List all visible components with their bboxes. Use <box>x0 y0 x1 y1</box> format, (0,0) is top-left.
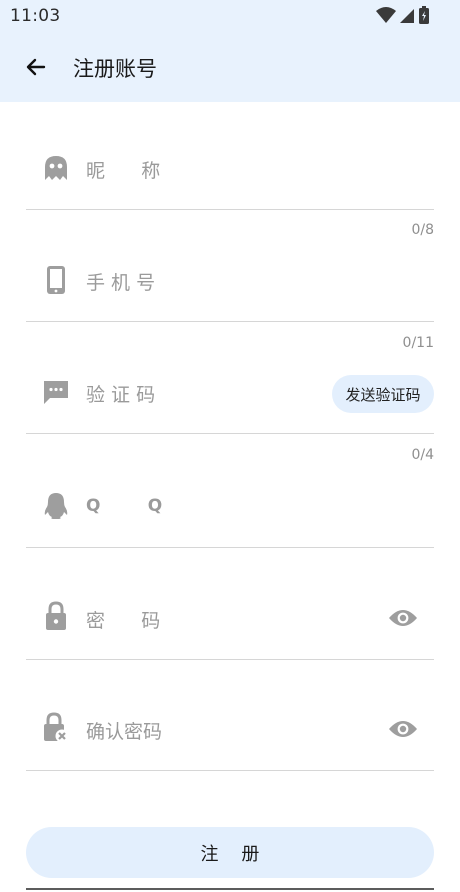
phone-field[interactable]: 手 机 号 <box>86 268 155 295</box>
register-button[interactable]: 注 册 <box>26 827 434 878</box>
nickname-field[interactable]: 昵 称 <box>86 156 160 183</box>
phone-row: 手 机 号 <box>26 262 434 322</box>
smartphone-icon <box>42 266 70 294</box>
code-divider <box>26 433 434 434</box>
confirm-password-field[interactable]: 确认密码 <box>86 717 162 744</box>
wifi-icon <box>376 7 396 23</box>
status-time: 11:03 <box>10 6 61 26</box>
confirm-password-divider <box>26 770 434 771</box>
qq-penguin-icon <box>42 492 70 520</box>
bottom-edge-line <box>26 888 434 890</box>
register-screen: 11:03 注册账号 昵 称 0/8 手 机 号 0/11 验 证 码 发送验证… <box>0 0 460 892</box>
qq-row: Q Q <box>26 488 434 548</box>
send-code-button[interactable]: 发送验证码 <box>332 375 434 413</box>
code-row: 验 证 码 发送验证码 <box>26 374 434 434</box>
password-row: 密 码 <box>26 600 434 660</box>
toggle-password-visibility[interactable] <box>388 603 418 633</box>
eye-icon <box>389 610 417 626</box>
confirm-password-row: 确认密码 <box>26 711 434 771</box>
ghost-icon <box>42 154 70 182</box>
message-dots-icon <box>42 378 70 406</box>
phone-counter: 0/11 <box>402 335 434 351</box>
nickname-counter: 0/8 <box>411 222 434 238</box>
app-header: 11:03 注册账号 <box>0 0 460 102</box>
signal-icon <box>400 9 414 23</box>
battery-icon <box>419 6 429 24</box>
eye-icon <box>389 721 417 737</box>
password-divider <box>26 659 434 660</box>
nickname-divider <box>26 209 434 210</box>
arrow-left-icon <box>26 58 46 76</box>
qq-field[interactable]: Q Q <box>86 496 162 516</box>
password-field[interactable]: 密 码 <box>86 606 160 633</box>
lock-icon <box>42 601 70 630</box>
phone-divider <box>26 321 434 322</box>
toggle-confirm-visibility[interactable] <box>388 714 418 744</box>
code-counter: 0/4 <box>411 447 434 463</box>
back-button[interactable] <box>20 52 52 82</box>
page-title: 注册账号 <box>73 57 157 81</box>
lock-x-icon <box>42 712 70 742</box>
nickname-row: 昵 称 <box>26 150 434 210</box>
code-field[interactable]: 验 证 码 <box>86 380 155 407</box>
qq-divider <box>26 547 434 548</box>
status-icons <box>376 5 430 25</box>
